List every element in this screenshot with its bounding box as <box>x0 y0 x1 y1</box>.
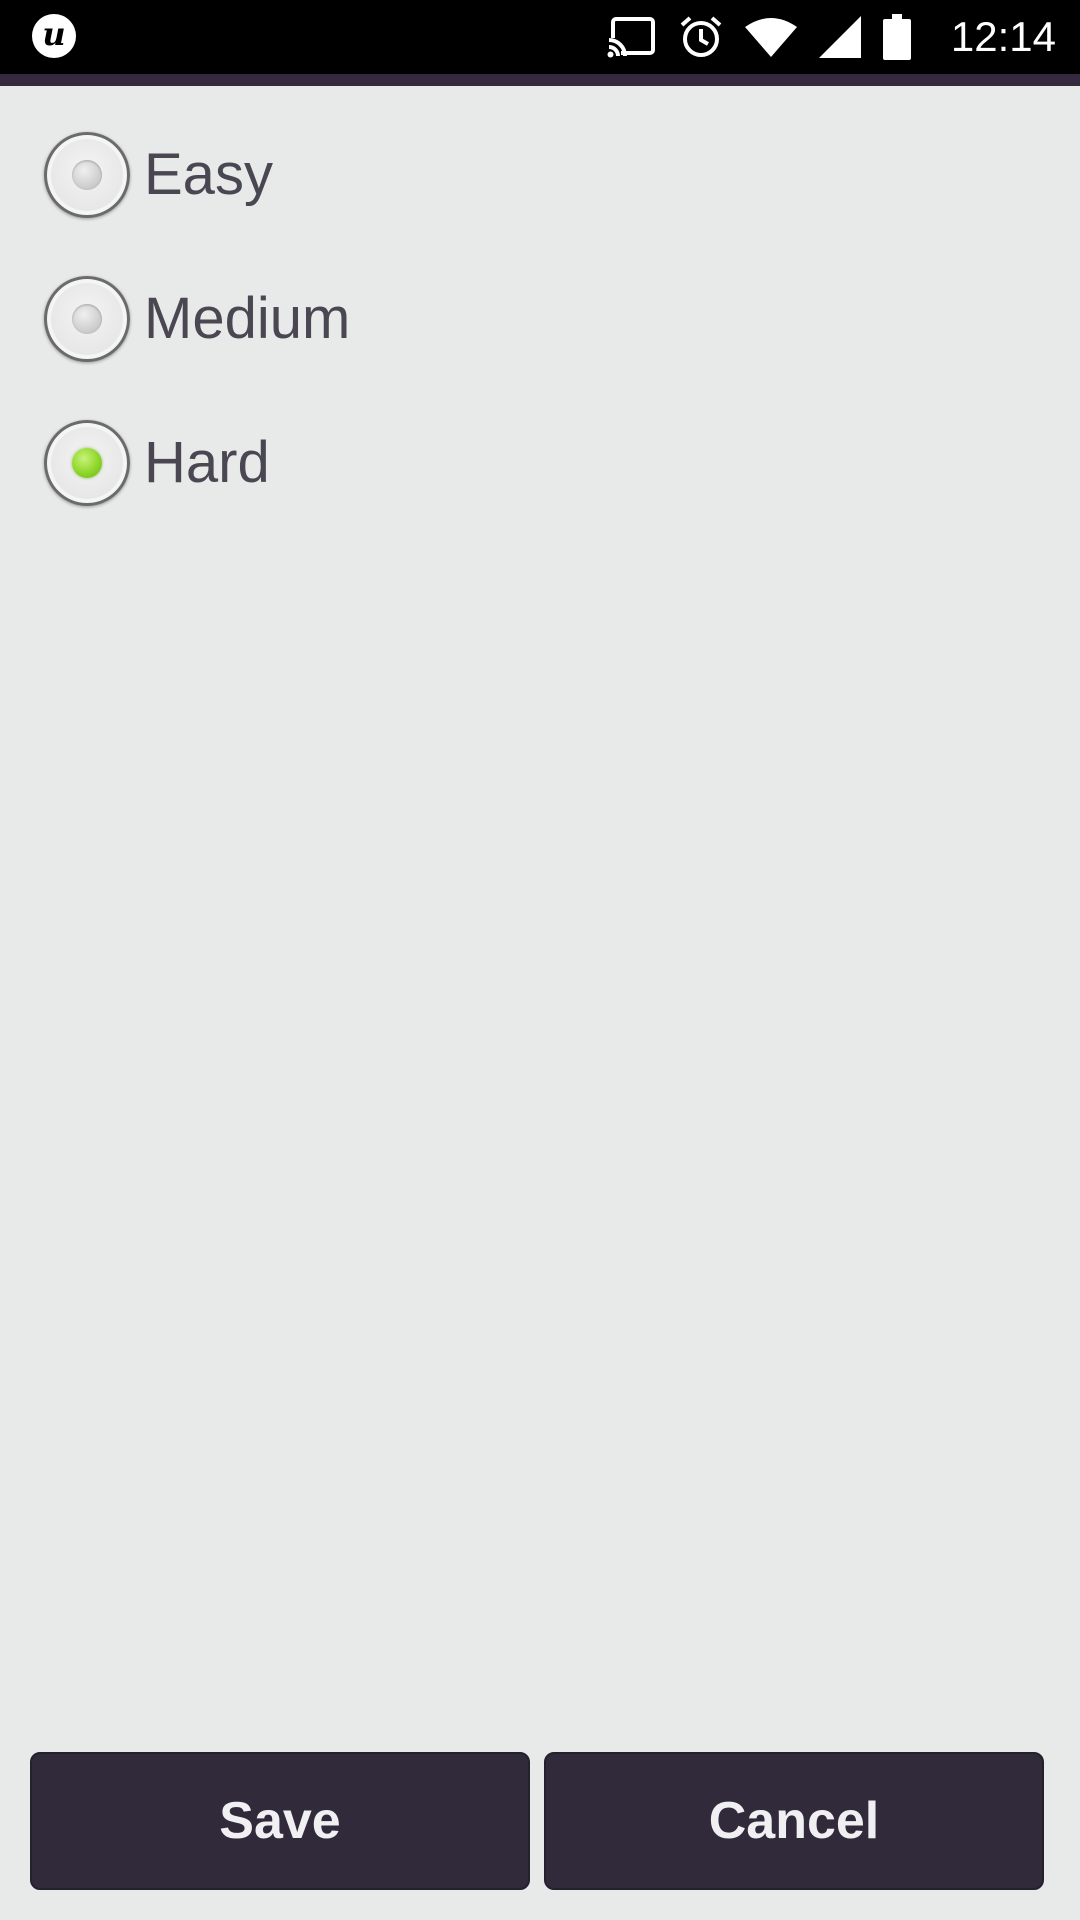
signal-icon <box>818 16 861 58</box>
status-bar: u 12:14 <box>0 0 1080 74</box>
radio-option-medium[interactable]: Medium <box>44 274 350 364</box>
radio-label-hard: Hard <box>144 430 270 495</box>
status-icons: 12:14 <box>606 0 1056 74</box>
wifi-icon <box>744 17 797 57</box>
cancel-button[interactable]: Cancel <box>544 1752 1044 1890</box>
radio-checked-indicator <box>72 448 102 478</box>
radio-button-easy[interactable] <box>44 132 130 218</box>
cast-icon <box>606 16 657 58</box>
action-button-bar: Save Cancel <box>30 1752 1044 1890</box>
app-logo-icon: u <box>32 14 76 58</box>
radio-label-easy: Easy <box>144 142 273 207</box>
save-button[interactable]: Save <box>30 1752 530 1890</box>
battery-icon <box>882 14 911 60</box>
header-accent-strip <box>0 74 1080 86</box>
radio-button-medium[interactable] <box>44 276 130 362</box>
status-time: 12:14 <box>950 13 1056 60</box>
radio-unchecked-indicator <box>72 304 102 334</box>
app-logo-letter: u <box>42 15 66 53</box>
radio-label-medium: Medium <box>144 286 351 351</box>
alarm-icon <box>679 15 723 59</box>
radio-option-easy[interactable]: Easy <box>44 130 273 220</box>
radio-unchecked-indicator <box>72 160 102 190</box>
radio-button-hard[interactable] <box>44 420 130 506</box>
radio-option-hard[interactable]: Hard <box>44 418 270 508</box>
